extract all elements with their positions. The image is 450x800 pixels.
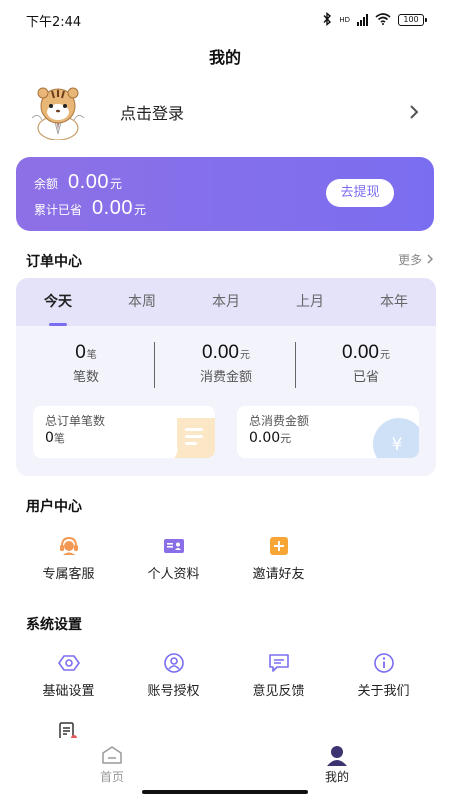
user-icon xyxy=(327,746,347,766)
stat-label: 已省 xyxy=(352,370,379,385)
stat-spend: 0.00元 消费金额 xyxy=(156,342,296,388)
user-center-grid: 专属客服 个人资料 邀请好友 xyxy=(16,535,436,582)
nav-home[interactable]: 首页 xyxy=(82,744,142,785)
total-amount-value: 0.00元 xyxy=(249,430,292,446)
balance-card: 余额 0.00 元 累计已省 0.00 元 去提现 xyxy=(16,157,434,231)
account-auth-icon xyxy=(163,653,184,673)
more-label[interactable]: 更多 xyxy=(398,253,422,267)
invite-plus-icon xyxy=(269,537,288,555)
profile-item[interactable]: 个人资料 xyxy=(121,535,226,582)
invite-friends-label[interactable]: 邀请好友 xyxy=(226,563,331,582)
customer-service-icon xyxy=(59,536,78,555)
status-bar: 下午2:44 HD 100 xyxy=(0,0,450,40)
order-stats: 0笔 笔数 0.00元 消费金额 0.00元 已省 xyxy=(16,342,436,388)
customer-service-label[interactable]: 专属客服 xyxy=(16,563,121,582)
system-settings-title: 系统设置 xyxy=(26,617,82,633)
status-icons: HD 100 xyxy=(322,11,427,29)
stat-order-count: 0笔 笔数 xyxy=(16,342,156,388)
more-orders-link[interactable]: 更多 xyxy=(398,251,434,268)
system-settings-grid: 基础设置 账号授权 意见反馈 关于我们 xyxy=(16,652,436,699)
invite-friends-item[interactable]: 邀请好友 xyxy=(226,535,331,582)
total-orders-value: 0笔 xyxy=(45,430,65,446)
tab-this-year[interactable]: 本年 xyxy=(352,278,436,326)
home-icon xyxy=(102,746,122,764)
stat-value: 0笔 xyxy=(75,342,97,363)
document-icon xyxy=(174,418,215,458)
tab-this-week[interactable]: 本周 xyxy=(100,278,184,326)
total-orders-label: 总订单笔数 xyxy=(45,414,106,428)
stat-label: 消费金额 xyxy=(199,370,252,385)
network-type-label: HD xyxy=(339,16,350,24)
total-orders-box: 总订单笔数 0笔 xyxy=(33,406,215,458)
settings-hex-icon xyxy=(57,655,80,671)
nav-mine[interactable]: 我的 xyxy=(307,744,367,785)
tab-this-month[interactable]: 本月 xyxy=(184,278,268,326)
stat-value: 0.00元 xyxy=(342,342,390,363)
balance-label: 余额 xyxy=(34,177,59,191)
signal-icon xyxy=(357,14,368,26)
home-indicator xyxy=(142,790,308,794)
tab-last-month[interactable]: 上月 xyxy=(268,278,352,326)
id-card-icon xyxy=(163,539,184,553)
saved-value: 0.00 xyxy=(92,197,133,219)
profile-label[interactable]: 个人资料 xyxy=(121,563,226,582)
svg-text:¥: ¥ xyxy=(392,435,403,455)
nav-home-label[interactable]: 首页 xyxy=(100,770,124,784)
battery-icon: 100 xyxy=(398,14,427,26)
period-tabs: 今天 本周 本月 上月 本年 xyxy=(16,278,436,326)
login-prompt[interactable]: 点击登录 xyxy=(120,100,404,124)
chevron-right-small-icon xyxy=(426,253,434,267)
yuan-coin-icon: ¥ xyxy=(373,418,419,458)
avatar[interactable] xyxy=(26,84,90,141)
wifi-icon xyxy=(375,12,391,28)
customer-service-item[interactable]: 专属客服 xyxy=(16,535,121,582)
account-auth-label[interactable]: 账号授权 xyxy=(121,680,226,699)
page-title: 我的 xyxy=(208,48,241,67)
bluetooth-icon xyxy=(322,11,332,29)
stat-label: 笔数 xyxy=(72,370,99,385)
total-amount-label: 总消费金额 xyxy=(249,414,310,428)
stat-divider xyxy=(295,342,296,388)
active-tab-indicator xyxy=(49,323,67,326)
saved-unit: 元 xyxy=(133,203,146,217)
status-time: 下午2:44 xyxy=(26,14,82,30)
user-center-title: 用户中心 xyxy=(26,499,82,515)
basic-settings-label[interactable]: 基础设置 xyxy=(16,680,121,699)
balance-value: 0.00 xyxy=(68,171,109,193)
chevron-right-icon[interactable] xyxy=(404,102,424,122)
feedback-item[interactable]: 意见反馈 xyxy=(226,652,331,699)
balance-row: 余额 0.00 元 xyxy=(34,171,122,194)
basic-settings-item[interactable]: 基础设置 xyxy=(16,652,121,699)
feedback-label[interactable]: 意见反馈 xyxy=(226,680,331,699)
stat-value: 0.00元 xyxy=(202,342,250,363)
balance-unit: 元 xyxy=(109,177,122,191)
nav-mine-label[interactable]: 我的 xyxy=(325,770,349,784)
withdraw-button[interactable]: 去提现 xyxy=(326,179,394,207)
info-icon xyxy=(373,653,394,673)
tab-today[interactable]: 今天 xyxy=(16,278,100,326)
order-center-title: 订单中心 xyxy=(26,254,82,270)
stat-divider xyxy=(154,342,155,388)
feedback-icon xyxy=(268,654,289,672)
stat-saved: 0.00元 已省 xyxy=(296,342,436,388)
about-us-label[interactable]: 关于我们 xyxy=(331,680,436,699)
account-auth-item[interactable]: 账号授权 xyxy=(121,652,226,699)
total-amount-box: ¥ 总消费金额 0.00元 xyxy=(237,406,419,458)
about-us-item[interactable]: 关于我们 xyxy=(331,652,436,699)
saved-row: 累计已省 0.00 元 xyxy=(34,197,146,220)
order-card: 今天 本周 本月 上月 本年 0笔 笔数 0.00元 消费金额 0.00元 已省… xyxy=(16,278,436,476)
login-row[interactable]: 点击登录 xyxy=(26,84,424,141)
saved-label: 累计已省 xyxy=(34,203,83,217)
